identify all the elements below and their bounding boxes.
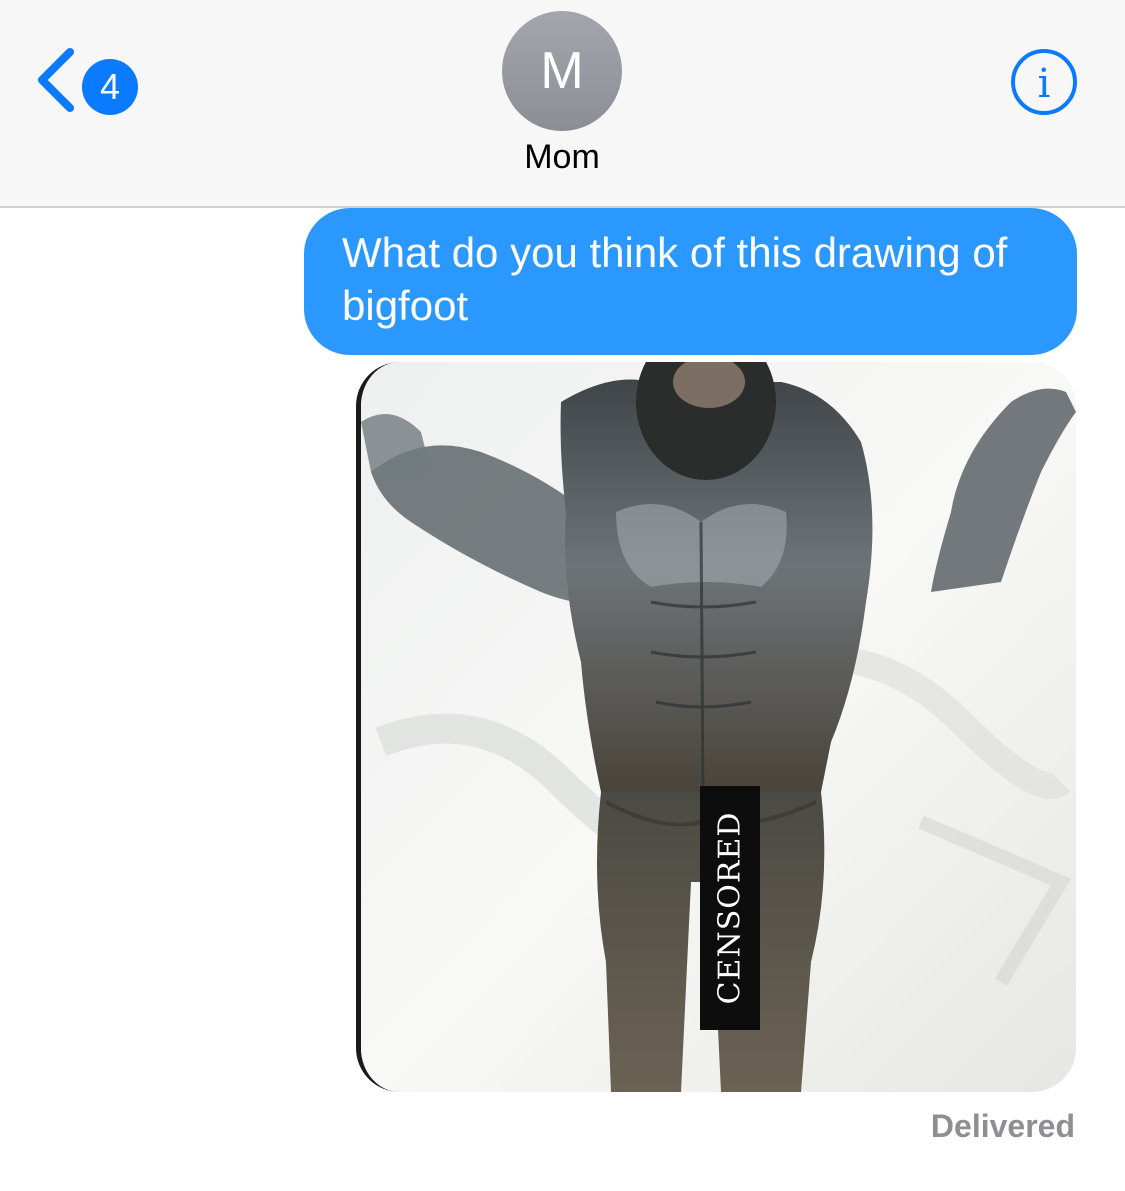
contact-name[interactable]: Mom bbox=[412, 138, 712, 177]
conversation-header: 4 M Mom i bbox=[0, 0, 1125, 208]
outgoing-message-bubble[interactable]: What do you think of this drawing of big… bbox=[304, 208, 1077, 355]
censor-bar: CENSORED bbox=[700, 786, 760, 1030]
image-attachment[interactable]: CENSORED bbox=[356, 362, 1076, 1092]
back-button[interactable]: 4 bbox=[34, 48, 144, 115]
info-icon[interactable]: i bbox=[1010, 48, 1078, 116]
chevron-left-icon bbox=[38, 48, 74, 112]
svg-text:i: i bbox=[1038, 61, 1051, 107]
message-text: What do you think of this drawing of big… bbox=[342, 229, 1008, 329]
unread-count-badge: 4 bbox=[82, 59, 138, 115]
delivery-status: Delivered bbox=[930, 1108, 1075, 1144]
contact-avatar[interactable]: M bbox=[502, 11, 622, 131]
censored-label: CENSORED bbox=[712, 811, 748, 1005]
